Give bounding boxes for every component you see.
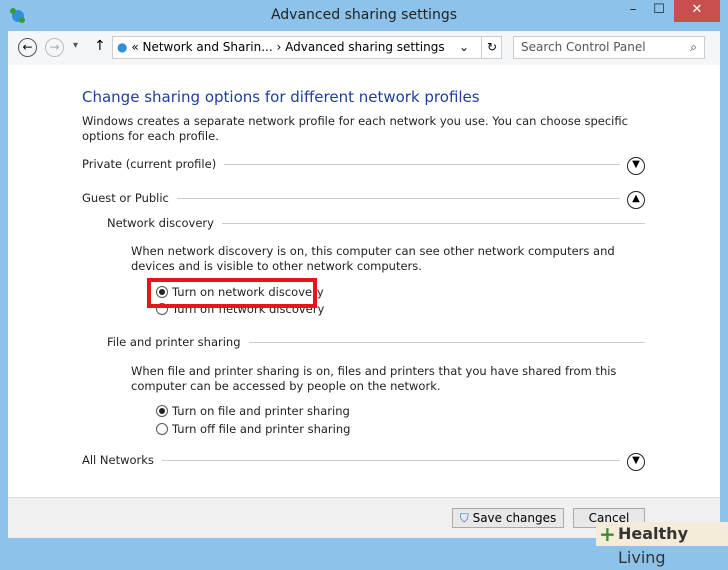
highlight-box (147, 278, 317, 308)
profile-label: All Networks (82, 453, 154, 467)
window-title: Advanced sharing settings (270, 7, 458, 23)
close-button[interactable]: ✕ (674, 0, 720, 22)
watermark-logo: + Healthy Living (596, 522, 728, 567)
profile-all-networks-header[interactable]: All Networks (82, 452, 620, 468)
section-title: Network discovery (107, 216, 214, 230)
search-icon[interactable]: ⌕ (690, 37, 697, 58)
breadcrumb-item[interactable]: Advanced sharing settings (285, 40, 444, 54)
profile-private-header[interactable]: Private (current profile) (82, 156, 620, 172)
section-title: File and printer sharing (107, 335, 241, 349)
network-discovery-header: Network discovery (107, 215, 645, 231)
maximize-button[interactable]: ☐ (646, 0, 672, 22)
chevron-down-icon[interactable]: ▼ (627, 157, 645, 175)
page-title: Change sharing options for different net… (82, 88, 480, 106)
chevron-down-icon[interactable]: ▼ (627, 453, 645, 471)
minimize-button[interactable]: – (620, 0, 646, 22)
window-content: ← → ▾ ↑ ● « Network and Sharin... › Adva… (8, 31, 720, 538)
button-label: Save changes (472, 511, 557, 525)
profile-label: Guest or Public (82, 191, 169, 205)
navigation-bar: ← → ▾ ↑ ● « Network and Sharin... › Adva… (8, 31, 720, 65)
back-button[interactable]: ← (18, 38, 37, 57)
file-printer-sharing-header: File and printer sharing (107, 334, 645, 350)
profile-guest-header[interactable]: Guest or Public (82, 190, 620, 206)
plus-icon: + (599, 522, 616, 546)
turn-off-file-printer-sharing-radio[interactable]: Turn off file and printer sharing (156, 422, 350, 436)
turn-on-file-printer-sharing-radio[interactable]: Turn on file and printer sharing (156, 404, 350, 418)
search-placeholder: Search Control Panel (521, 40, 646, 54)
network-icon (10, 8, 25, 23)
chevron-up-icon[interactable]: ▲ (627, 191, 645, 209)
network-discovery-description: When network discovery is on, this compu… (131, 244, 615, 273)
refresh-icon[interactable]: ↻ (481, 37, 497, 58)
forward-button[interactable]: → (45, 38, 64, 57)
radio-label: Turn on file and printer sharing (172, 404, 350, 418)
profile-label: Private (current profile) (82, 157, 217, 171)
shield-icon: ⛉ (459, 511, 469, 525)
intro-text: Windows creates a separate network profi… (82, 114, 628, 143)
save-changes-button[interactable]: ⛉ Save changes (452, 508, 564, 528)
breadcrumb-overflow[interactable]: « (131, 40, 138, 54)
network-icon: ● (117, 40, 128, 54)
up-button[interactable]: ↑ (94, 38, 106, 54)
file-printer-sharing-description: When file and printer sharing is on, fil… (131, 364, 617, 393)
breadcrumb-item[interactable]: Network and Sharin... (142, 40, 272, 54)
breadcrumb-separator-icon[interactable]: › (277, 40, 282, 54)
address-dropdown-icon[interactable]: ⌄ (459, 37, 469, 58)
search-input[interactable]: Search Control Panel ⌕ (513, 36, 705, 59)
radio-label: Turn off file and printer sharing (172, 422, 351, 436)
recent-locations-button[interactable]: ▾ (73, 40, 78, 51)
address-bar[interactable]: ● « Network and Sharin... › Advanced sha… (112, 36, 502, 59)
